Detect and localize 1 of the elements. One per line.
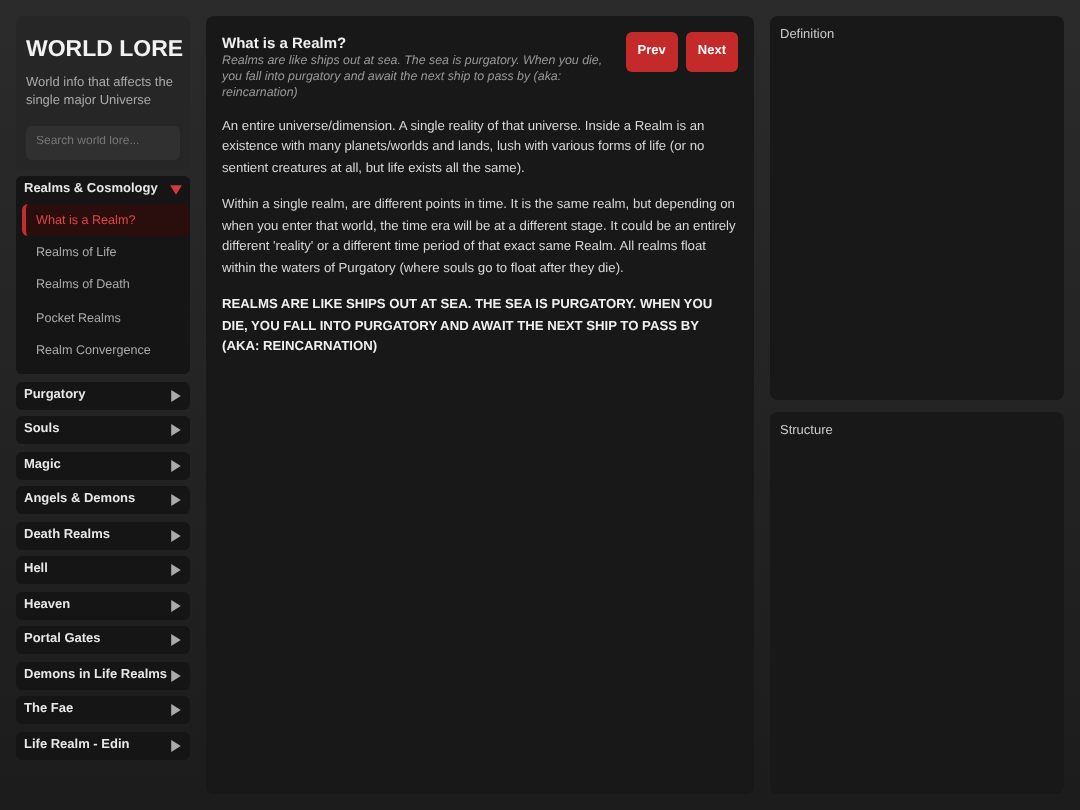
app-title: WORLD LORE xyxy=(26,36,184,66)
